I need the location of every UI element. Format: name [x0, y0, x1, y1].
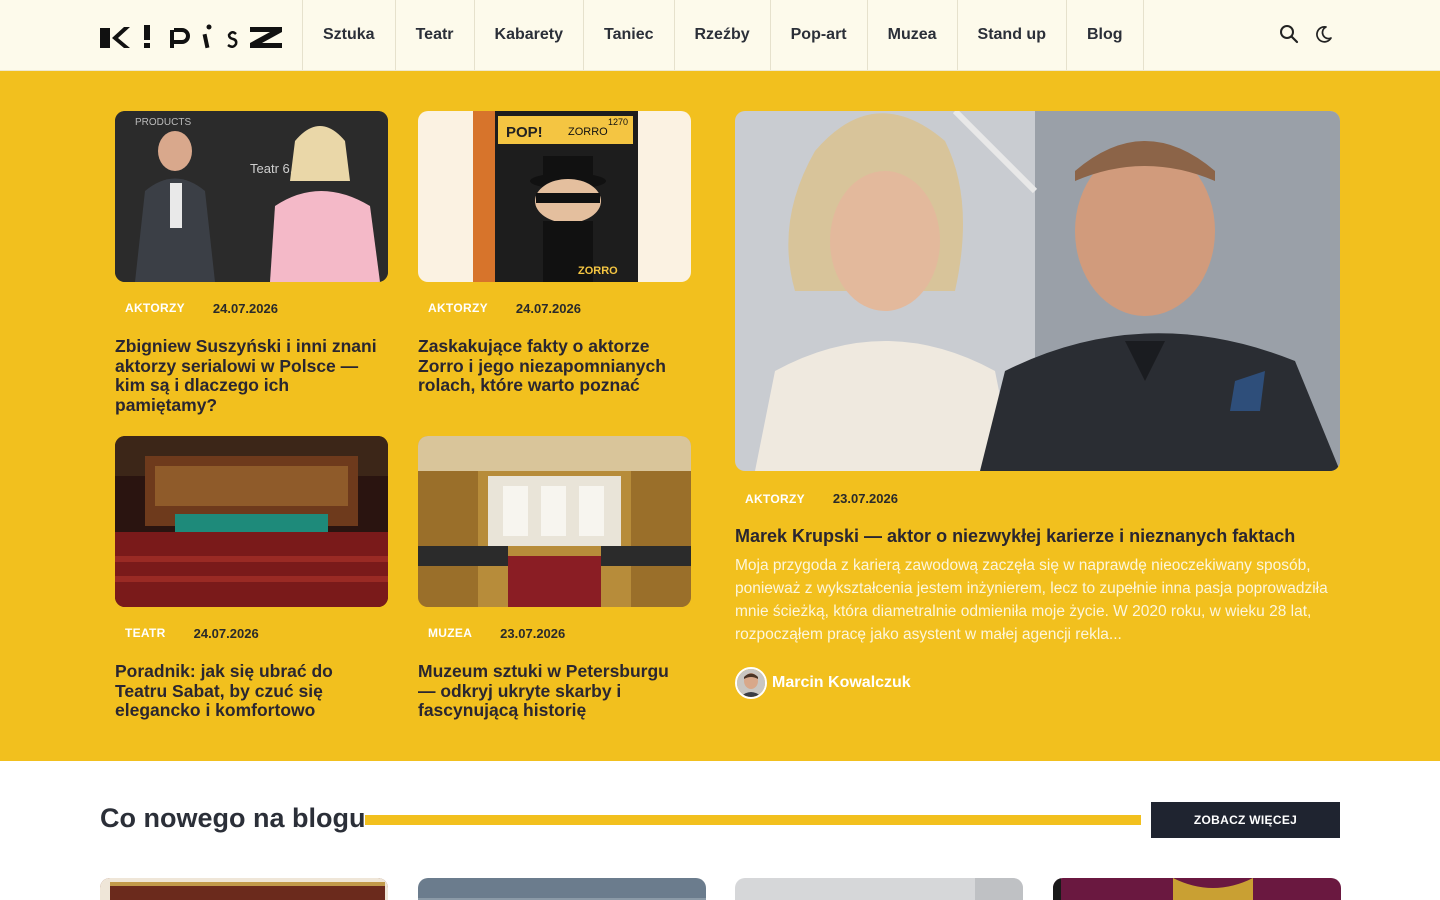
nav-item-muzea[interactable]: Muzea: [868, 0, 958, 70]
article-date: 23.07.2026: [832, 491, 898, 506]
article-title[interactable]: Zaskakujące fakty o aktorze Zorro i jego…: [418, 336, 691, 396]
article-card[interactable]: MUZEA 23.07.2026 Muzeum sztuki w Petersb…: [418, 436, 691, 720]
nav-item-pop-art[interactable]: Pop-art: [771, 0, 868, 70]
article-meta: TEATR 24.07.2026: [115, 625, 259, 641]
article-thumbnail[interactable]: [115, 436, 388, 607]
site-logo[interactable]: [100, 22, 285, 52]
article-title[interactable]: Zbigniew Suszyński i inni znani aktorzy …: [115, 336, 388, 415]
svg-text:ZORRO: ZORRO: [578, 265, 618, 277]
hero-section: Teatr 6.piętro PRODUCTS AKTORZY 24.07.20…: [0, 71, 1440, 761]
blog-card-thumbnail[interactable]: [735, 878, 1023, 900]
blog-section-heading: Co nowego na blogu: [100, 803, 366, 833]
featured-meta: AKTORZY 23.07.2026: [735, 491, 898, 506]
category-tag[interactable]: MUZEA: [418, 626, 482, 640]
article-thumbnail[interactable]: [418, 436, 691, 607]
author-name[interactable]: Marcin Kowalczuk: [772, 674, 911, 692]
nav-item-rzezby[interactable]: Rzeźby: [675, 0, 771, 70]
search-icon[interactable]: [1279, 24, 1299, 44]
blog-card-thumbnail[interactable]: [100, 878, 388, 900]
article-date: 24.07.2026: [212, 300, 278, 316]
article-card[interactable]: POP! ZORRO 1270 ZORRO AKTORZY 24.07.2026…: [418, 111, 691, 395]
nav-item-stand-up[interactable]: Stand up: [958, 0, 1067, 70]
author[interactable]: Marcin Kowalczuk: [735, 667, 911, 699]
article-meta: MUZEA 23.07.2026: [418, 625, 566, 641]
svg-text:1270: 1270: [608, 117, 628, 127]
article-card[interactable]: TEATR 24.07.2026 Poradnik: jak się ubrać…: [115, 436, 388, 720]
svg-text:POP!: POP!: [506, 124, 543, 141]
svg-text:ZORRO: ZORRO: [568, 126, 608, 138]
nav-item-kabarety[interactable]: Kabarety: [475, 0, 584, 70]
nav-item-taniec[interactable]: Taniec: [584, 0, 675, 70]
svg-text:PRODUCTS: PRODUCTS: [135, 117, 191, 128]
article-meta: AKTORZY 24.07.2026: [418, 300, 581, 316]
featured-image[interactable]: [735, 111, 1340, 471]
article-card[interactable]: Teatr 6.piętro PRODUCTS AKTORZY 24.07.20…: [115, 111, 388, 414]
article-thumbnail[interactable]: POP! ZORRO 1270 ZORRO: [418, 111, 691, 282]
category-tag[interactable]: TEATR: [115, 626, 176, 640]
see-more-button[interactable]: ZOBACZ WIĘCEJ: [1151, 802, 1340, 838]
article-title[interactable]: Poradnik: jak się ubrać do Teatru Sabat,…: [115, 661, 388, 721]
article-thumbnail[interactable]: Teatr 6.piętro PRODUCTS: [115, 111, 388, 282]
article-meta: AKTORZY 24.07.2026: [115, 300, 278, 316]
heading-divider: [365, 815, 1141, 825]
category-tag[interactable]: AKTORZY: [735, 492, 815, 506]
blog-card-thumbnail[interactable]: [1053, 878, 1341, 900]
main-nav: Sztuka Teatr Kabarety Taniec Rzeźby Pop-…: [302, 0, 1144, 70]
article-date: 24.07.2026: [515, 300, 581, 316]
nav-item-teatr[interactable]: Teatr: [396, 0, 475, 70]
avatar: [735, 667, 767, 699]
featured-article[interactable]: AKTORZY 23.07.2026 Marek Krupski — aktor…: [735, 111, 1340, 699]
article-date: 24.07.2026: [193, 625, 259, 641]
nav-item-blog[interactable]: Blog: [1067, 0, 1144, 70]
featured-title[interactable]: Marek Krupski — aktor o niezwykłej karie…: [735, 526, 1295, 547]
site-header: Sztuka Teatr Kabarety Taniec Rzeźby Pop-…: [0, 0, 1440, 71]
category-tag[interactable]: AKTORZY: [418, 301, 498, 315]
article-date: 23.07.2026: [500, 625, 566, 641]
article-title[interactable]: Muzeum sztuki w Petersburgu — odkryj ukr…: [418, 661, 691, 721]
blog-card-thumbnail[interactable]: [418, 878, 706, 900]
nav-item-sztuka[interactable]: Sztuka: [303, 0, 396, 70]
featured-excerpt: Moja przygoda z karierą zawodową zaczęła…: [735, 557, 1328, 643]
category-tag[interactable]: AKTORZY: [115, 301, 195, 315]
moon-icon[interactable]: [1313, 24, 1333, 44]
